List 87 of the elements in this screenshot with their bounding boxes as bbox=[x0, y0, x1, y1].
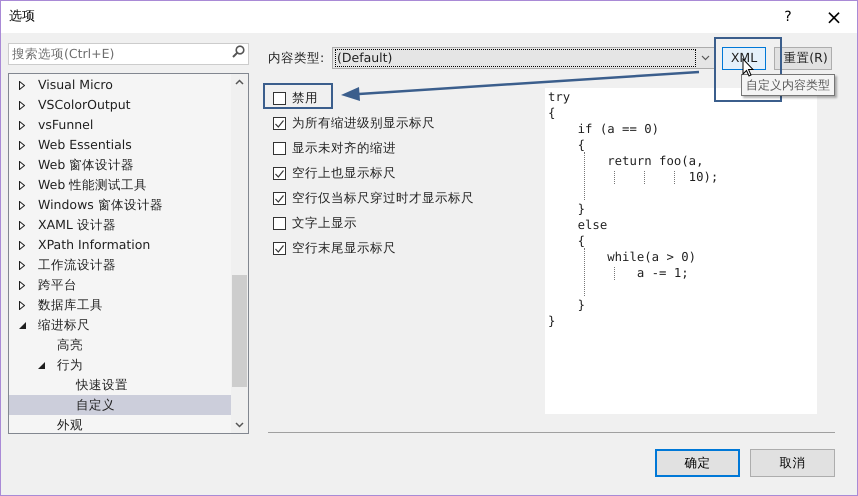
tree-item[interactable]: 工作流设计器 bbox=[9, 255, 231, 275]
tree-item[interactable]: Visual Micro bbox=[9, 75, 231, 95]
indent-guide bbox=[584, 248, 585, 296]
tree-item[interactable]: VSColorOutput bbox=[9, 95, 231, 115]
indent-guide bbox=[584, 152, 585, 200]
code-line: 10); bbox=[688, 169, 718, 185]
tree-item[interactable]: 自定义 bbox=[9, 395, 231, 415]
tree-item[interactable]: Web 性能测试工具 bbox=[9, 175, 231, 195]
code-line: a -= 1; bbox=[636, 265, 689, 281]
search-icon[interactable] bbox=[232, 45, 245, 58]
tree-item[interactable]: XAML 设计器 bbox=[9, 215, 231, 235]
checkmark-icon bbox=[275, 244, 284, 252]
tree-item[interactable]: 缩进标尺 bbox=[9, 315, 231, 335]
collapsed-triangle-icon[interactable] bbox=[19, 280, 25, 290]
tree-item[interactable]: 行为 bbox=[9, 355, 231, 375]
code-line: while(a > 0) bbox=[607, 249, 696, 265]
content-type-dropdown[interactable]: (Default) bbox=[332, 47, 716, 69]
scroll-thumb[interactable] bbox=[232, 275, 247, 387]
collapsed-triangle-icon[interactable] bbox=[19, 240, 25, 250]
code-line: if (a == 0) bbox=[578, 121, 660, 137]
tree-item[interactable]: vsFunnel bbox=[9, 115, 231, 135]
collapsed-triangle-icon[interactable] bbox=[19, 100, 25, 110]
expanded-triangle-icon[interactable] bbox=[38, 362, 45, 368]
tree-item[interactable]: 高亮 bbox=[9, 335, 231, 355]
checkbox[interactable] bbox=[273, 217, 286, 230]
ok-button[interactable]: 确定 bbox=[655, 449, 740, 477]
tree-item[interactable]: 跨平台 bbox=[9, 275, 231, 295]
highlight-frame bbox=[263, 83, 333, 109]
scroll-up-icon[interactable] bbox=[235, 79, 244, 85]
search-field[interactable]: 搜索选项(Ctrl+E) bbox=[8, 42, 249, 64]
expanded-triangle-icon[interactable] bbox=[19, 322, 26, 328]
scroll-down-icon[interactable] bbox=[235, 422, 244, 428]
option-label: 为所有缩进级别显示标尺 bbox=[292, 114, 435, 132]
tooltip: 自定义内容类型 bbox=[741, 74, 835, 96]
checkbox[interactable] bbox=[273, 92, 286, 105]
code-line: { bbox=[578, 233, 586, 249]
collapsed-triangle-icon[interactable] bbox=[19, 300, 25, 310]
collapsed-triangle-icon[interactable] bbox=[19, 140, 25, 150]
indent-guide bbox=[644, 171, 645, 184]
option-label: 文字上显示 bbox=[292, 214, 357, 232]
content-type-label: 内容类型: bbox=[268, 48, 326, 67]
collapsed-triangle-icon[interactable] bbox=[19, 260, 25, 270]
code-line: } bbox=[548, 313, 556, 329]
code-line: { bbox=[548, 105, 556, 121]
tree-item[interactable]: 外观 bbox=[9, 415, 231, 433]
tree-item[interactable]: XPath Information bbox=[9, 235, 231, 255]
option-label: 显示未对齐的缩进 bbox=[292, 139, 396, 158]
xml-button[interactable]: XML bbox=[722, 46, 766, 70]
checkbox[interactable] bbox=[273, 192, 286, 205]
cancel-button[interactable]: 取消 bbox=[750, 449, 835, 477]
tree-item[interactable]: 快速设置 bbox=[9, 375, 231, 395]
collapsed-triangle-icon[interactable] bbox=[19, 200, 25, 210]
checkbox[interactable] bbox=[273, 242, 286, 255]
code-line: } bbox=[578, 201, 586, 217]
checkmark-icon bbox=[275, 170, 284, 178]
collapsed-triangle-icon[interactable] bbox=[19, 180, 25, 190]
chevron-down-icon[interactable] bbox=[701, 55, 710, 61]
scrollbar[interactable] bbox=[231, 74, 248, 433]
code-line: } bbox=[578, 297, 586, 313]
help-button[interactable]: ? bbox=[765, 2, 811, 32]
checkmark-icon bbox=[275, 194, 284, 202]
indent-guide bbox=[674, 171, 675, 184]
option-label: 空行末尾显示标尺 bbox=[292, 239, 396, 258]
option-label: 空行仅当标尺穿过时才显示标尺 bbox=[292, 189, 474, 208]
tree-item[interactable]: Windows 窗体设计器 bbox=[9, 195, 231, 215]
checkbox[interactable] bbox=[273, 117, 286, 130]
option-label: 空行上也显示标尺 bbox=[292, 164, 396, 182]
code-line: else bbox=[578, 217, 608, 233]
option-label: 禁用 bbox=[292, 89, 318, 108]
close-button[interactable]: × bbox=[811, 2, 857, 32]
code-line: try bbox=[548, 89, 570, 105]
code-line: { bbox=[578, 137, 586, 153]
checkmark-icon bbox=[275, 120, 284, 128]
tree-item[interactable]: 数据库工具 bbox=[9, 295, 231, 315]
collapsed-triangle-icon[interactable] bbox=[19, 120, 25, 130]
reset-button[interactable]: 重置(R) bbox=[774, 46, 832, 70]
collapsed-triangle-icon[interactable] bbox=[19, 220, 25, 230]
collapsed-triangle-icon[interactable] bbox=[19, 160, 25, 170]
tree-item[interactable]: Web 窗体设计器 bbox=[9, 155, 231, 175]
tree-item[interactable]: Web Essentials bbox=[9, 135, 231, 155]
checkbox[interactable] bbox=[273, 167, 286, 180]
checkbox[interactable] bbox=[273, 142, 286, 155]
collapsed-triangle-icon[interactable] bbox=[19, 80, 25, 90]
indent-guide bbox=[614, 171, 615, 184]
indent-guide bbox=[614, 267, 615, 280]
code-line: return foo(a, bbox=[607, 153, 704, 169]
window-title: 选项 bbox=[9, 8, 35, 26]
